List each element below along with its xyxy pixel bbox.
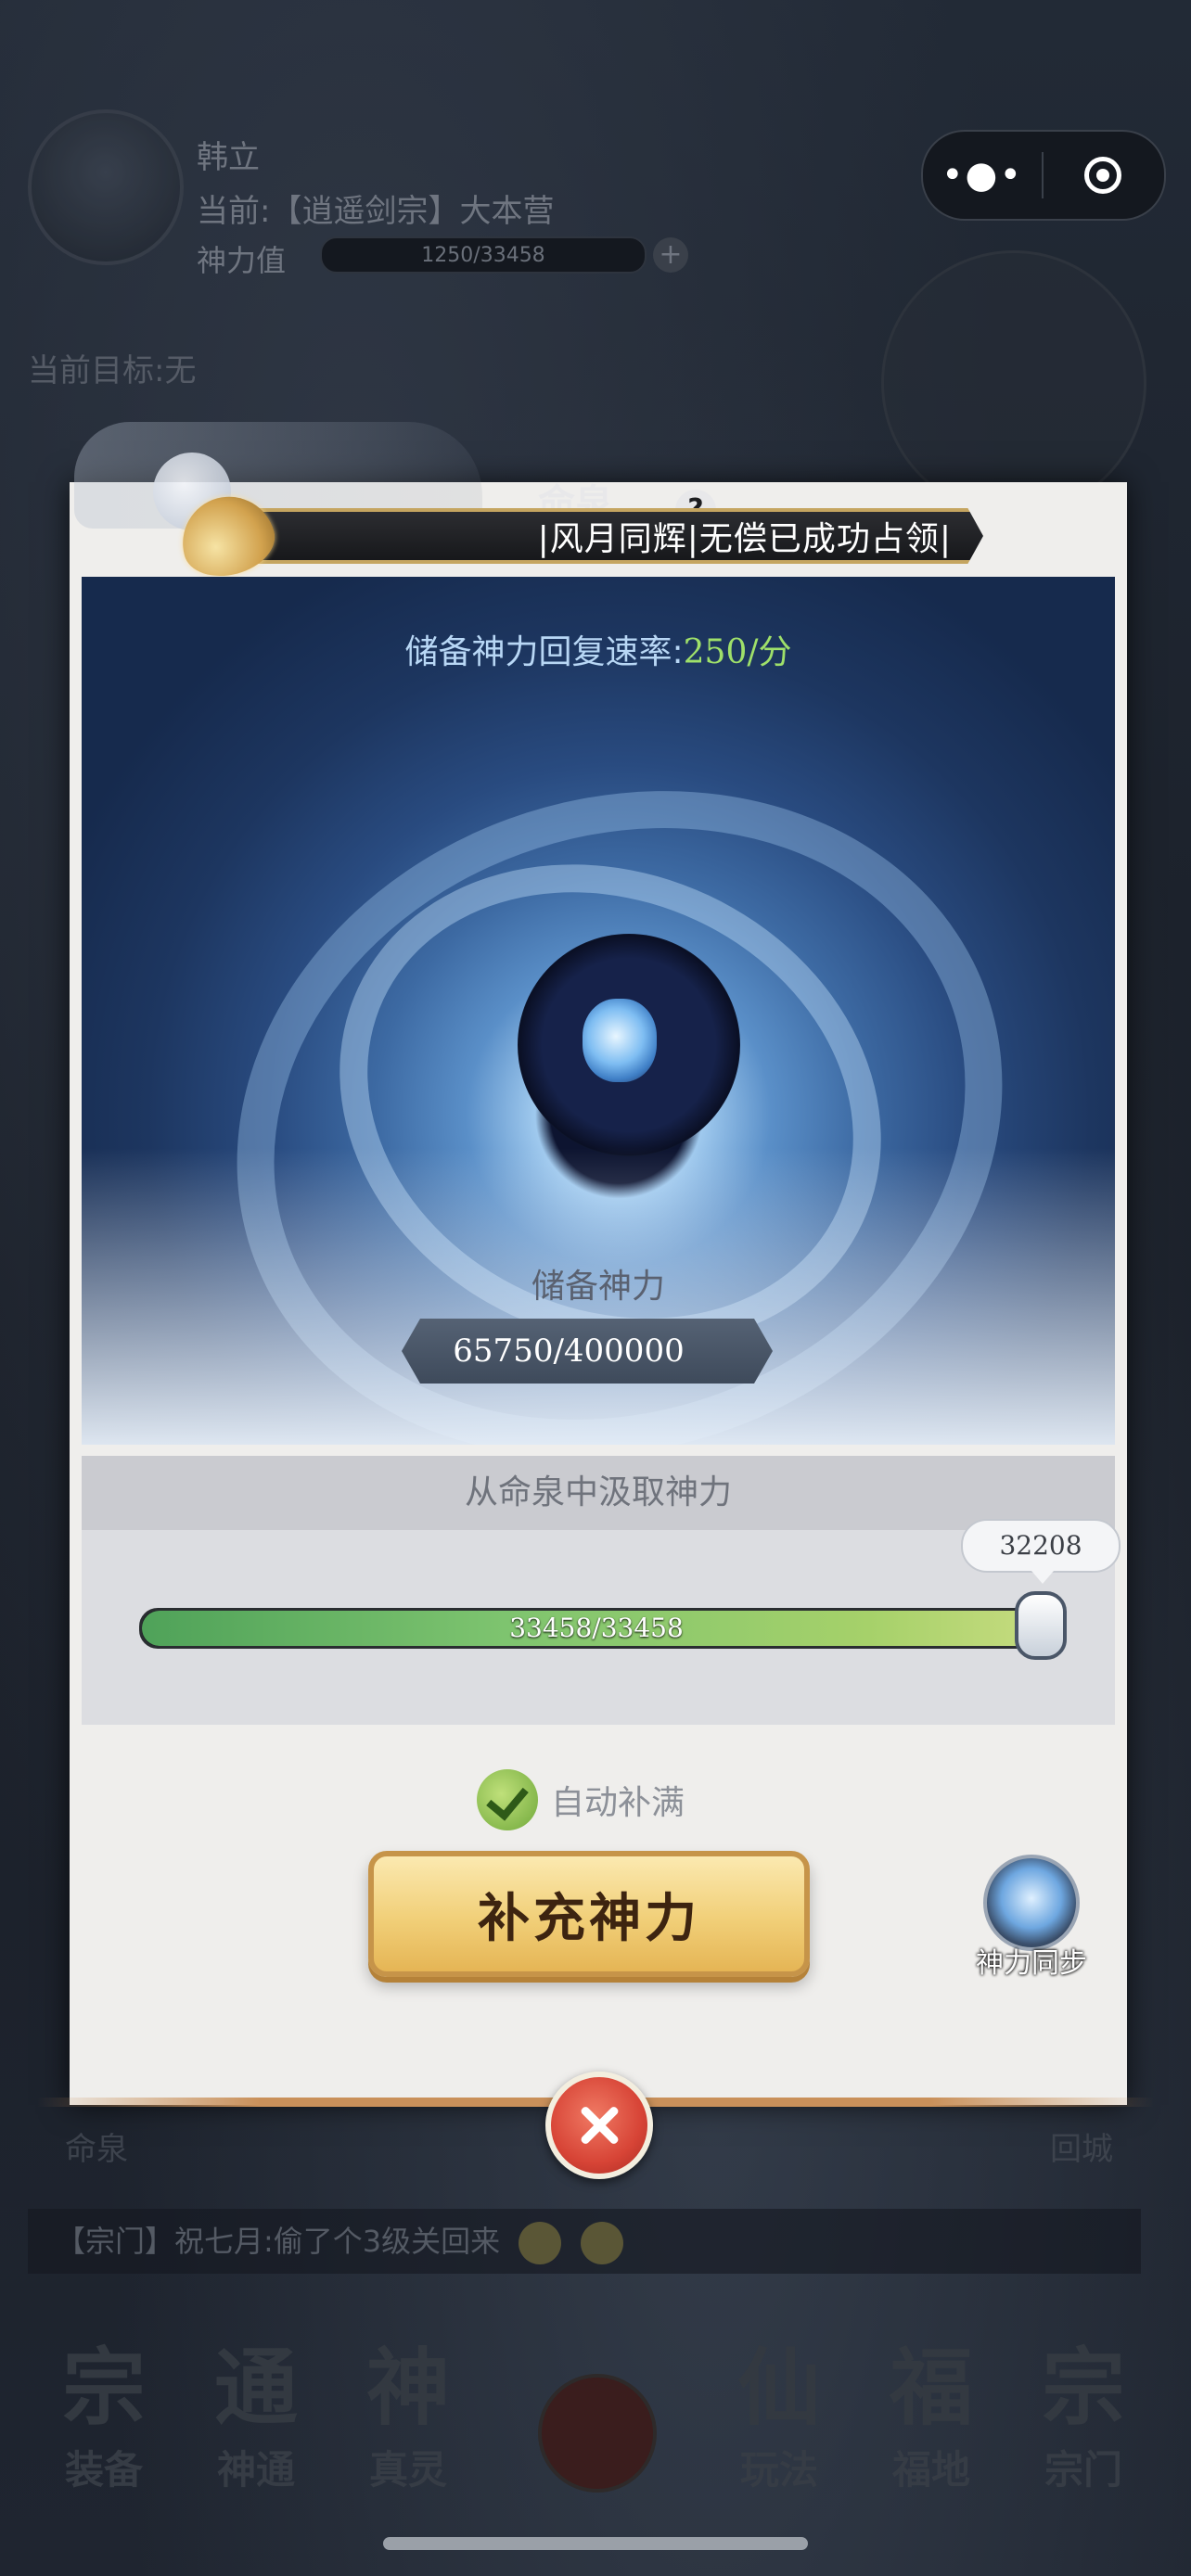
reserve-pill: 65750/400000	[402, 1319, 773, 1384]
close-button[interactable]	[545, 2072, 653, 2179]
nav-item-land: 福福地	[866, 2337, 996, 2495]
nav-item-play: 仙玩法	[714, 2337, 844, 2495]
vortex-core	[583, 999, 657, 1082]
nav-glyph: 仙	[737, 2339, 821, 2437]
check-icon	[477, 1769, 538, 1830]
nav-label: 福地	[891, 2447, 970, 2493]
recovery-rate-value: 250/分	[683, 633, 792, 671]
nav-glyph: 宗	[1042, 2339, 1125, 2437]
nav-glyph: 福	[890, 2339, 973, 2437]
power-label: 神力值	[197, 243, 287, 278]
vortex-scene: 储备神力回复速率:250/分 储备神力 65750/400000	[82, 577, 1115, 1445]
more-icon[interactable]: •●•	[923, 154, 1042, 197]
nav-label: 装备	[64, 2447, 143, 2493]
draw-slider-text: 33458/33458	[509, 1613, 684, 1643]
miniprogram-capsule: •●•	[921, 130, 1166, 221]
bg-label-left: 命泉	[65, 2131, 128, 2168]
power-value: 1250/33458	[421, 243, 545, 267]
chat-strip: 【宗门】祝七月:偷了个3级关回来	[28, 2209, 1141, 2274]
player-name: 韩立	[197, 139, 260, 176]
bg-label-right: 回城	[1050, 2131, 1113, 2168]
nav-item-equip: 宗装备	[39, 2337, 169, 2495]
nav-label: 真灵	[368, 2447, 447, 2493]
auto-fill-label: 自动补满	[551, 1784, 685, 1822]
nav-glyph: 通	[214, 2339, 298, 2437]
occupied-banner: |风月同辉|无偿已成功占领|	[213, 508, 983, 564]
occupied-banner-text: |风月同辉|无偿已成功占领|	[537, 520, 952, 558]
target-icon	[1084, 157, 1121, 194]
nav-label: 宗门	[1044, 2447, 1122, 2493]
close-miniprogram-button[interactable]	[1044, 157, 1162, 194]
player-location: 当前:【逍遥剑宗】大本营	[197, 193, 555, 230]
draw-slider-track[interactable]: 33458/33458	[139, 1608, 1054, 1649]
power-bar: 1250/33458	[320, 236, 647, 274]
chat-text: 【宗门】祝七月:偷了个3级关回来	[56, 2224, 501, 2259]
avatar	[28, 109, 184, 265]
emoji-icon	[519, 2222, 562, 2264]
nav-label: 玩法	[739, 2447, 818, 2493]
emoji-icon	[580, 2222, 623, 2264]
nav-center-button	[538, 2374, 657, 2493]
power-sync-button[interactable]: 神力同步	[967, 1855, 1096, 1981]
nav-item-sect: 宗宗门	[1018, 2337, 1148, 2495]
power-sync-label: 神力同步	[976, 1947, 1087, 1980]
power-plus-icon: +	[653, 237, 688, 273]
recovery-rate: 储备神力回复速率:250/分	[82, 625, 1115, 673]
reserve-label: 储备神力	[531, 1268, 665, 1306]
refill-power-button[interactable]: 补充神力	[368, 1851, 810, 1977]
nav-item-spirit: 神真灵	[343, 2337, 473, 2495]
nav-glyph: 神	[366, 2339, 450, 2437]
draw-slider-tooltip: 32208	[961, 1519, 1121, 1584]
background-map-button	[881, 250, 1146, 516]
draw-section-title: 从命泉中汲取神力	[82, 1456, 1115, 1530]
home-indicator[interactable]	[383, 2537, 808, 2550]
nav-label: 神通	[216, 2447, 295, 2493]
nav-item-skill: 通神通	[191, 2337, 321, 2495]
reserve-value: 65750/400000	[453, 1333, 685, 1370]
nav-glyph: 宗	[62, 2339, 146, 2437]
target-label: 当前目标:无	[28, 352, 197, 389]
recovery-rate-label: 储备神力回复速率:	[404, 633, 684, 671]
sync-icon	[983, 1855, 1080, 1951]
close-icon	[575, 2101, 623, 2149]
refill-power-label: 补充神力	[478, 1887, 700, 1949]
auto-fill-checkbox[interactable]: 自动补满	[477, 1769, 685, 1830]
